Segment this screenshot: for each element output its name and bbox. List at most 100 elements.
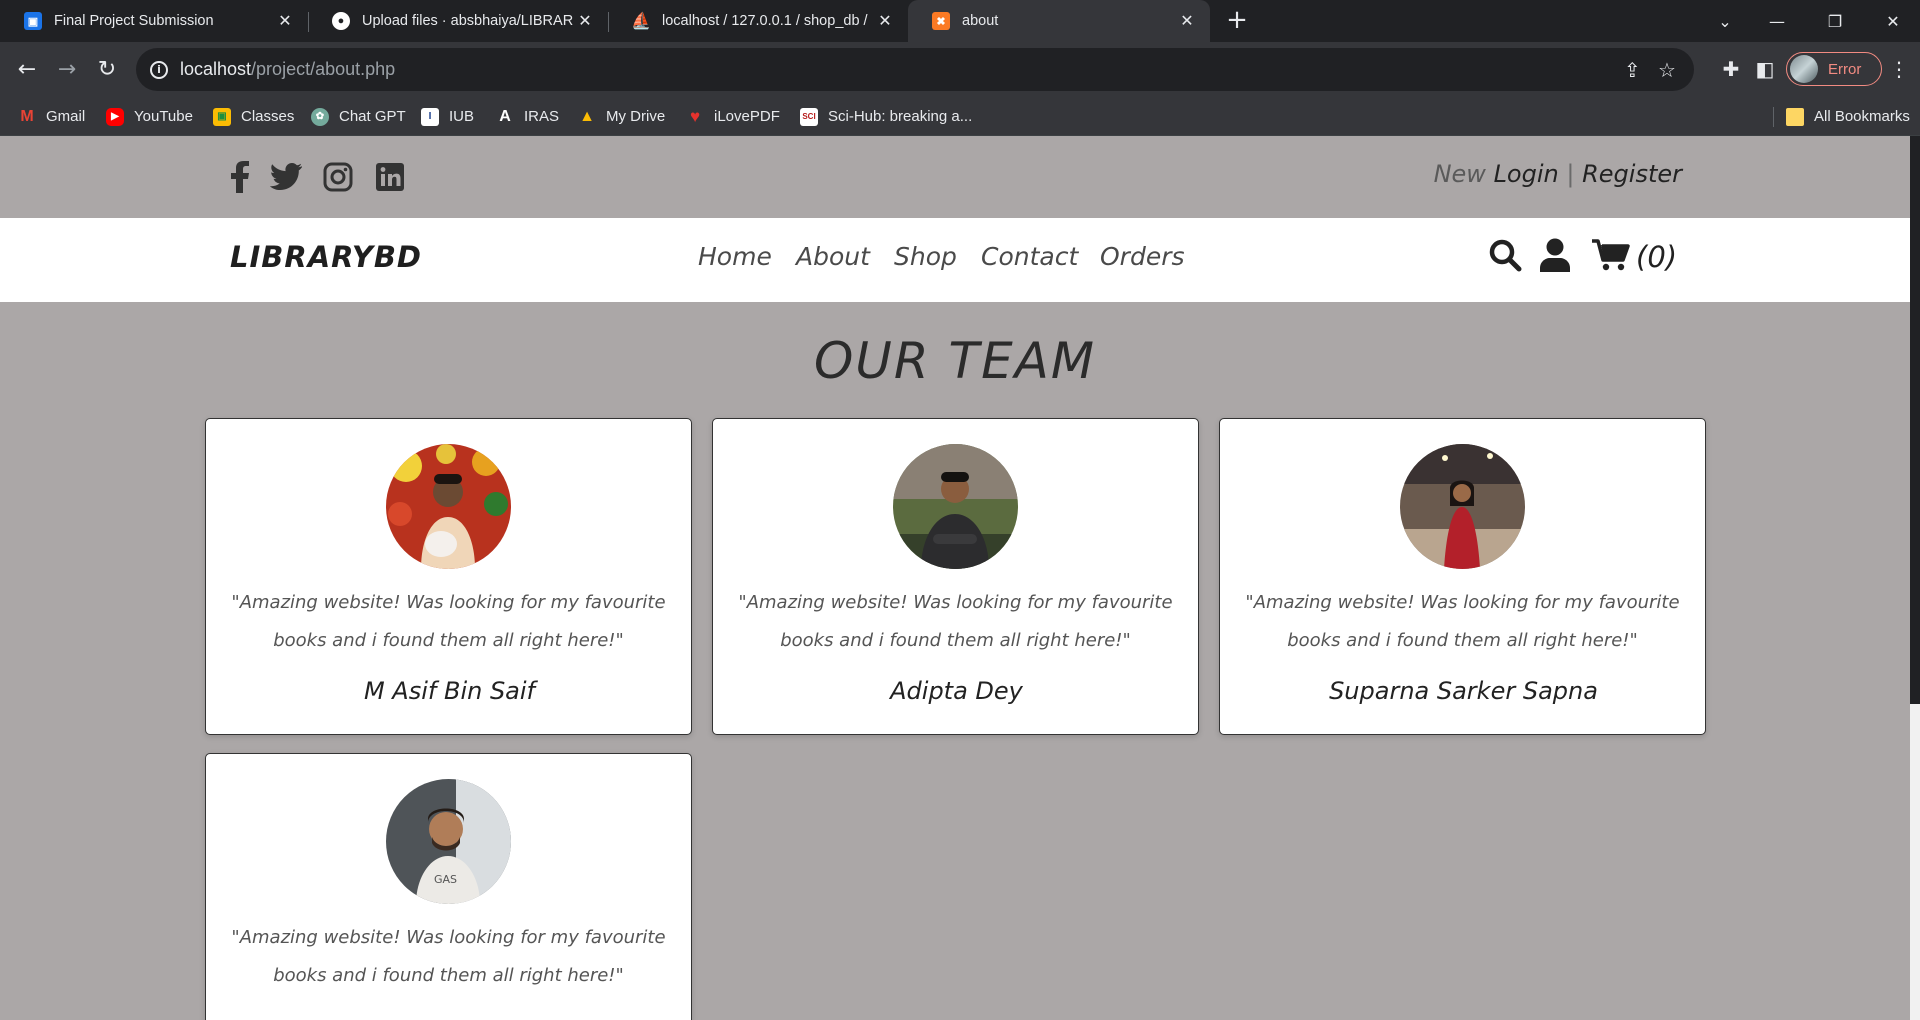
nav-link-home[interactable]: Home [698, 242, 772, 271]
browser-tabstrip: ▣ Final Project Submission ✕ ● Upload fi… [0, 0, 1920, 42]
url-path: /project/about.php [251, 59, 396, 79]
bookmark-label: All Bookmarks [1814, 108, 1910, 125]
testimonial-quote: "Amazing website! Was looking for my fav… [231, 592, 666, 651]
tab-title: Final Project Submission [54, 13, 214, 29]
bookmark-label: IUB [449, 108, 475, 125]
chatgpt-icon: ✿ [311, 107, 329, 126]
bookmark-separator [1773, 107, 1774, 127]
drive-icon: ▲ [579, 107, 595, 125]
member-name: M Asif Bin Saif [363, 677, 536, 705]
auth-separator: | [1566, 160, 1575, 188]
testimonial-quote: "Amazing website! Was looking for my fav… [1245, 592, 1680, 651]
bookmarks-bar: M Gmail ▶ YouTube ▣ Classes ✿ Chat GPT I… [0, 97, 1920, 136]
tab-search-icon[interactable]: ⌄ [1702, 0, 1748, 42]
tab-phpmyadmin[interactable]: ⛵ localhost / 127.0.0.1 / shop_db / ✕ [608, 0, 908, 42]
close-icon[interactable]: ✕ [276, 11, 294, 31]
tab-final-project[interactable]: ▣ Final Project Submission ✕ [0, 0, 308, 42]
classroom-icon: ▣ [24, 12, 42, 30]
all-bookmarks-button[interactable]: All Bookmarks [1786, 97, 1910, 136]
bookmark-chatgpt[interactable]: ✿ Chat GPT [311, 97, 406, 136]
cart-icon[interactable] [1592, 238, 1630, 276]
bookmark-ilovepdf[interactable]: ♥ iLovePDF [686, 97, 780, 136]
web-page: New Login | Register LIBRARYBD Home Abou… [0, 136, 1910, 1020]
new-tab-button[interactable]: + [1222, 6, 1252, 36]
nav-link-shop[interactable]: Shop [894, 242, 957, 271]
avatar [1400, 444, 1525, 569]
github-icon: ● [332, 12, 350, 30]
user-icon[interactable] [1540, 238, 1570, 276]
close-icon[interactable]: ✕ [1178, 11, 1196, 31]
cart-count: (0) [1636, 240, 1678, 274]
bookmark-label: YouTube [134, 108, 193, 125]
gmail-icon: M [20, 107, 34, 125]
page-title: OUR TEAM [813, 332, 1097, 390]
auth-new-label: New [1433, 160, 1486, 188]
bookmark-label: IRAS [524, 108, 560, 125]
close-icon[interactable]: ✕ [576, 11, 594, 31]
team-card: "Amazing website! Was looking for my fav… [712, 418, 1199, 735]
tab-about[interactable]: ✖ about ✕ [908, 0, 1210, 42]
avatar [893, 444, 1018, 569]
tab-title: localhost / 127.0.0.1 / shop_db / [662, 13, 868, 29]
linkedin-icon[interactable] [372, 160, 408, 194]
bookmark-classes[interactable]: ▣ Classes [213, 97, 294, 136]
bookmark-star-icon[interactable]: ☆ [1658, 58, 1676, 82]
avatar [386, 444, 511, 569]
bookmark-label: Chat GPT [339, 108, 406, 125]
extensions-icon[interactable]: ✚ [1714, 52, 1748, 86]
site-logo[interactable]: LIBRARYBD [230, 240, 422, 274]
share-icon[interactable]: ⇪ [1624, 58, 1641, 82]
forward-button[interactable]: → [50, 52, 84, 86]
team-card: "Amazing website! Was looking for my fav… [1219, 418, 1706, 735]
xampp-icon: ✖ [932, 12, 950, 30]
search-icon[interactable] [1488, 238, 1522, 276]
close-icon[interactable]: ✕ [876, 11, 894, 31]
minimize-button[interactable]: — [1754, 0, 1800, 42]
youtube-icon: ▶ [106, 107, 124, 126]
url-host: localhost [180, 59, 252, 79]
bookmark-youtube[interactable]: ▶ YouTube [106, 97, 193, 136]
url-text: localhost/project/about.php [180, 59, 395, 80]
bookmark-gmail[interactable]: M Gmail [18, 97, 85, 136]
address-bar[interactable]: i localhost/project/about.php ⇪ ☆ [136, 48, 1694, 91]
team-card: GAS "Amazing website! Was looking for my… [205, 753, 692, 1020]
bookmark-label: Sci-Hub: breaking a... [828, 108, 973, 125]
svg-text:GAS: GAS [434, 873, 457, 886]
ilovepdf-icon: ♥ [689, 106, 701, 126]
back-button[interactable]: ← [10, 52, 44, 86]
testimonial-quote: "Amazing website! Was looking for my fav… [738, 592, 1173, 651]
twitter-icon[interactable] [268, 160, 304, 194]
login-link[interactable]: Login [1494, 160, 1559, 188]
side-panel-icon[interactable]: ◧ [1748, 52, 1782, 86]
nav-link-orders[interactable]: Orders [1100, 242, 1185, 271]
reload-button[interactable]: ↻ [90, 52, 124, 86]
facebook-icon[interactable] [224, 160, 256, 194]
tab-title: Upload files · absbhaiya/LIBRAR [362, 13, 574, 29]
profile-avatar [1790, 55, 1818, 83]
tab-github[interactable]: ● Upload files · absbhaiya/LIBRAR ✕ [308, 0, 608, 42]
bookmark-my-drive[interactable]: ▲ My Drive [578, 97, 665, 136]
bookmark-label: Gmail [46, 108, 86, 125]
member-name: Adipta Dey [890, 677, 1023, 705]
iras-icon: A [499, 107, 511, 125]
bookmark-iub[interactable]: I IUB [421, 97, 474, 136]
register-link[interactable]: Register [1582, 160, 1682, 188]
nav-link-contact[interactable]: Contact [981, 242, 1078, 271]
restore-button[interactable]: ❐ [1812, 0, 1858, 42]
instagram-icon[interactable] [320, 160, 356, 194]
member-name: Suparna Sarker Sapna [1329, 677, 1598, 705]
main-navbar: LIBRARYBD Home About Shop Contact Orders… [0, 218, 1910, 302]
profile-button[interactable]: Error [1786, 52, 1882, 86]
scihub-icon: SCI [800, 107, 818, 126]
menu-icon[interactable]: ⋮ [1882, 52, 1916, 86]
page-scrollbar-thumb[interactable] [1910, 136, 1920, 704]
phpmyadmin-icon: ⛵ [631, 13, 651, 30]
header-topbar: New Login | Register [0, 136, 1910, 218]
tab-title: about [962, 13, 999, 29]
nav-link-about[interactable]: About [796, 242, 870, 271]
bookmark-iras[interactable]: A IRAS [496, 97, 559, 136]
bookmark-label: Classes [241, 108, 295, 125]
close-window-button[interactable]: ✕ [1870, 0, 1916, 42]
bookmark-scihub[interactable]: SCI Sci-Hub: breaking a... [800, 97, 972, 136]
site-info-icon[interactable]: i [150, 60, 168, 79]
